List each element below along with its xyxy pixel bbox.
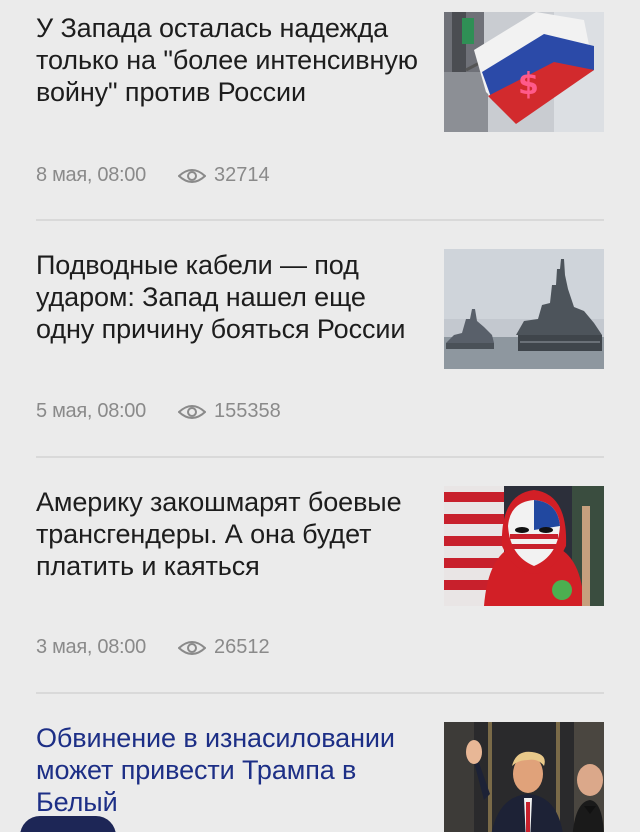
article-date: 8 мая, 08:00 — [36, 164, 146, 186]
divider — [36, 456, 604, 458]
divider — [36, 219, 604, 221]
article-title[interactable]: Америку закошмарят боевые трансгендеры. … — [36, 486, 426, 582]
eye-icon — [177, 404, 206, 419]
article-card[interactable]: Америку закошмарят боевые трансгендеры. … — [36, 486, 604, 666]
article-title[interactable]: У Запада осталась надежда только на "бол… — [36, 12, 426, 108]
divider — [36, 692, 604, 694]
article-card[interactable]: Подводные кабели — под ударом: Запад наш… — [36, 249, 604, 429]
article-card[interactable]: Обвинение в изнасиловании может привести… — [36, 722, 604, 832]
article-card[interactable]: У Запада осталась надежда только на "бол… — [36, 12, 604, 192]
article-date: 5 мая, 08:00 — [36, 400, 146, 422]
view-count-value: 155358 — [213, 400, 281, 422]
article-title[interactable]: Обвинение в изнасиловании может привести… — [36, 722, 426, 818]
eye-icon — [177, 640, 206, 655]
view-count-value: 32714 — [213, 164, 270, 186]
svg-text:$: $ — [518, 67, 539, 102]
view-count: 26512 — [177, 636, 270, 659]
article-thumbnail[interactable] — [444, 722, 604, 832]
view-count-value: 26512 — [213, 636, 270, 658]
article-date: 3 мая, 08:00 — [36, 636, 146, 658]
article-meta: 3 мая, 08:00 26512 — [36, 636, 270, 659]
view-count: 32714 — [177, 164, 270, 187]
eye-icon — [177, 168, 206, 183]
article-meta: 5 мая, 08:00 155358 — [36, 400, 281, 423]
article-thumbnail[interactable] — [444, 486, 604, 606]
view-count: 155358 — [177, 400, 281, 423]
article-title[interactable]: Подводные кабели — под ударом: Запад наш… — [36, 249, 426, 345]
floating-action-button[interactable] — [20, 816, 116, 832]
article-thumbnail[interactable] — [444, 249, 604, 369]
article-thumbnail[interactable]: $ — [444, 12, 604, 132]
article-meta: 8 мая, 08:00 32714 — [36, 164, 270, 187]
